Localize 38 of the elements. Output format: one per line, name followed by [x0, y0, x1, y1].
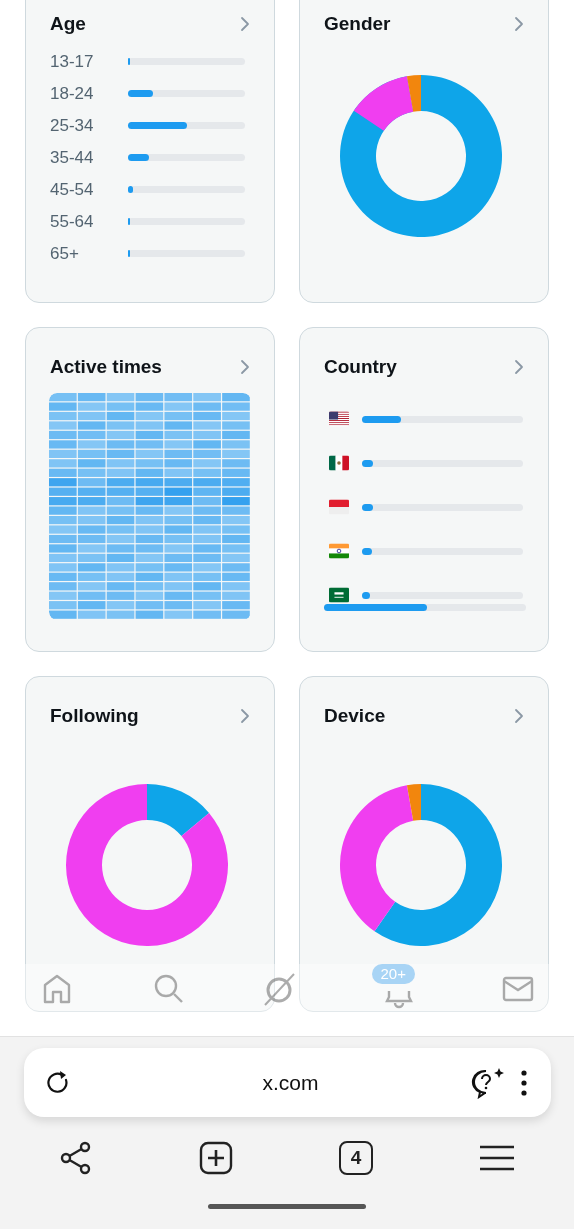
address-bar[interactable]: x.com: [23, 1048, 551, 1117]
stats-card[interactable]: Gender: [299, 0, 549, 303]
chevron-right-icon[interactable]: [514, 359, 524, 375]
card-title: Device: [324, 703, 386, 728]
card-title: Following: [50, 703, 139, 728]
flag-icon: [329, 543, 349, 559]
chevron-right-icon[interactable]: [240, 16, 250, 32]
age-range-label: 65+: [50, 244, 80, 263]
stats-card[interactable]: Following: [25, 676, 275, 1012]
card-title: Gender: [324, 11, 391, 36]
chevron-right-icon[interactable]: [240, 359, 250, 375]
more-options-icon[interactable]: [519, 1068, 528, 1097]
stats-card[interactable]: Age 13-17 18-24 25-34 35-44 45-54 55-64 65+: [25, 0, 275, 303]
card-title: Age: [50, 11, 86, 36]
age-range-label: 35-44: [50, 148, 95, 167]
age-range-label: 18-24: [50, 84, 95, 103]
new-tab-icon[interactable]: [199, 1141, 233, 1175]
card-title: Country: [324, 354, 397, 379]
tabs-button[interactable]: 4: [339, 1141, 373, 1175]
share-icon[interactable]: [59, 1141, 93, 1175]
chevron-right-icon[interactable]: [514, 708, 524, 724]
age-range-label: 55-64: [50, 212, 95, 231]
flag-icon: [329, 499, 349, 515]
stats-card[interactable]: Country: [299, 327, 549, 652]
chevron-right-icon[interactable]: [240, 708, 250, 724]
chevron-right-icon[interactable]: [514, 16, 524, 32]
age-range-label: 25-34: [50, 116, 95, 135]
flag-icon: [329, 411, 349, 427]
help-chat-icon[interactable]: [470, 1066, 505, 1099]
card-title: Active times: [50, 354, 162, 379]
age-range-label: 45-54: [50, 180, 95, 199]
reload-icon[interactable]: [46, 1069, 71, 1096]
stats-card[interactable]: Active times: [25, 327, 275, 652]
flag-icon: [329, 587, 349, 603]
flag-icon: [329, 455, 349, 471]
menu-icon[interactable]: [479, 1145, 515, 1171]
url-text[interactable]: x.com: [110, 1066, 471, 1099]
age-range-label: 13-17: [50, 52, 95, 71]
